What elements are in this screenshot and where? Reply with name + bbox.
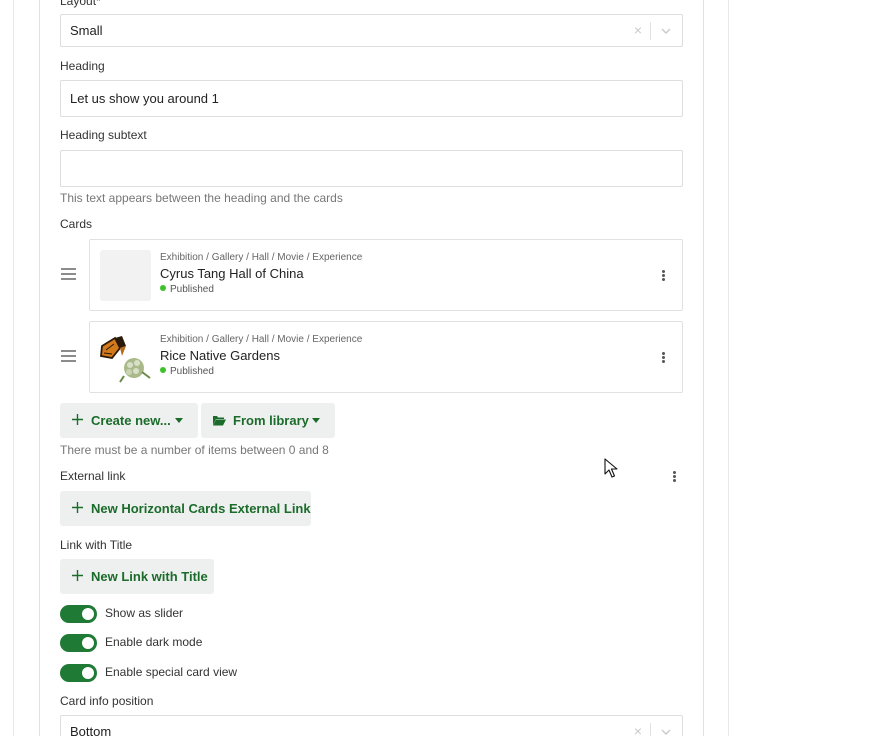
link-with-title-label: Link with Title [60,538,133,552]
card-info-position-select[interactable]: Bottom × [60,715,683,736]
external-link-label: External link [60,469,126,483]
card-title: Cyrus Tang Hall of China [160,266,304,281]
plus-icon [72,502,83,513]
status-dot-icon [160,367,166,373]
new-external-link-button[interactable]: New Horizontal Cards External Link [60,491,311,526]
toggle-label: Show as slider [105,606,184,620]
mouse-cursor-icon [604,458,618,478]
select-divider [650,723,651,736]
cards-help: There must be a number of items between … [60,443,329,457]
folder-open-icon [213,416,226,426]
caret-down-icon [312,418,320,423]
create-new-button[interactable]: Create new... [60,403,198,438]
drag-handle-icon[interactable] [61,350,76,362]
toggle-label: Enable dark mode [105,635,203,649]
clear-icon[interactable]: × [634,15,642,46]
toggle-label: Enable special card view [105,665,238,679]
heading-subtext-help: This text appears between the heading an… [60,191,343,205]
heading-subtext-input[interactable] [60,150,683,187]
card-thumbnail [100,250,151,301]
chevron-down-icon[interactable] [660,727,672,736]
card-type: Exhibition / Gallery / Hall / Movie / Ex… [160,334,363,345]
plus-icon [72,570,83,581]
chevron-down-icon[interactable] [660,26,672,36]
new-link-with-title-button[interactable]: New Link with Title [60,559,214,594]
status-badge: Published [160,284,214,295]
layout-select[interactable]: Small × [60,14,683,47]
from-library-button[interactable]: From library [201,403,335,438]
form-page: Layout* Small × Heading Let us show you … [0,0,882,736]
heading-input[interactable]: Let us show you around 1 [60,80,683,117]
kebab-menu-icon[interactable] [661,270,665,282]
caret-down-icon [175,418,183,423]
list-item: Exhibition / Gallery / Hall / Movie / Ex… [60,239,683,311]
cards-label: Cards [60,217,93,231]
card-type: Exhibition / Gallery / Hall / Movie / Ex… [160,252,363,263]
kebab-menu-icon[interactable] [672,471,676,483]
card-title: Rice Native Gardens [160,348,280,363]
card-item[interactable]: Exhibition / Gallery / Hall / Movie / Ex… [89,321,683,393]
heading-subtext-label: Heading subtext [60,128,147,142]
dark-mode-toggle[interactable] [60,634,97,652]
plus-icon [72,414,83,425]
drag-handle-icon[interactable] [61,268,76,280]
select-divider [650,22,651,40]
heading-label: Heading [60,59,105,73]
butterfly-flower-image [100,332,151,383]
show-as-slider-toggle[interactable] [60,605,97,623]
kebab-menu-icon[interactable] [661,352,665,364]
card-item[interactable]: Exhibition / Gallery / Hall / Movie / Ex… [89,239,683,311]
status-badge: Published [160,366,214,377]
status-dot-icon [160,285,166,291]
card-info-position-value: Bottom [70,724,112,736]
list-item: Exhibition / Gallery / Hall / Movie / Ex… [60,321,683,393]
special-card-view-toggle[interactable] [60,664,97,682]
layout-label: Layout* [60,0,101,8]
card-info-position-label: Card info position [60,694,154,708]
clear-icon[interactable]: × [634,716,642,736]
layout-select-value: Small [70,23,103,38]
